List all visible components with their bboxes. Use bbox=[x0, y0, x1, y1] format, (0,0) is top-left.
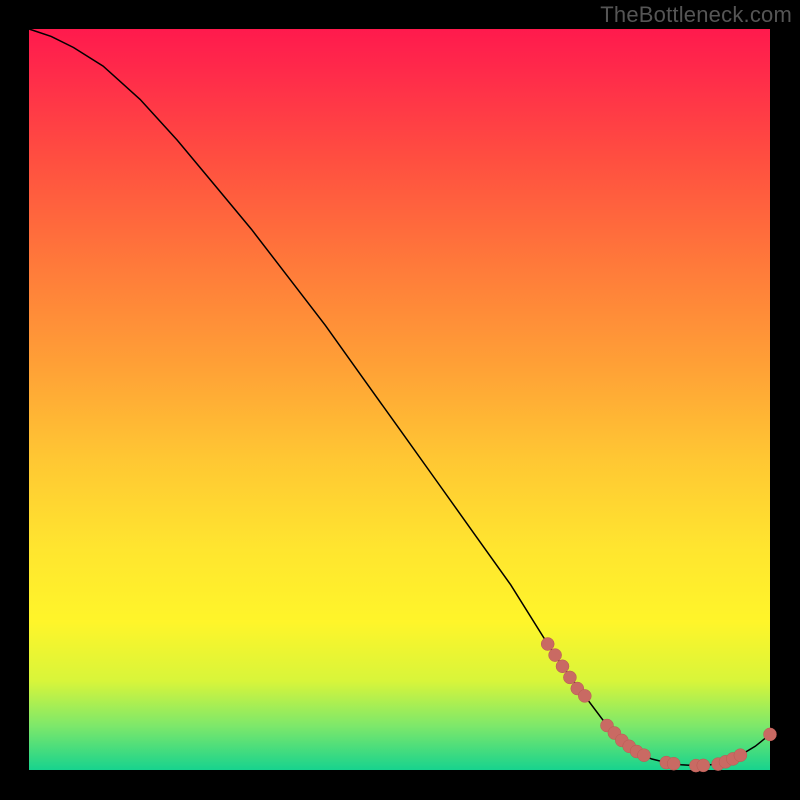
data-marker bbox=[541, 638, 554, 651]
data-marker bbox=[578, 689, 591, 702]
data-marker bbox=[549, 649, 562, 662]
watermark-text: TheBottleneck.com bbox=[600, 2, 792, 28]
marker-group bbox=[541, 638, 776, 773]
chart-canvas: TheBottleneck.com bbox=[0, 0, 800, 800]
bottleneck-curve bbox=[29, 29, 770, 766]
data-marker bbox=[563, 671, 576, 684]
data-marker bbox=[556, 660, 569, 673]
data-marker bbox=[734, 749, 747, 762]
plot-overlay bbox=[29, 29, 770, 770]
data-marker bbox=[638, 749, 651, 762]
data-marker bbox=[697, 759, 710, 772]
data-marker bbox=[764, 728, 777, 741]
data-marker bbox=[667, 757, 680, 770]
